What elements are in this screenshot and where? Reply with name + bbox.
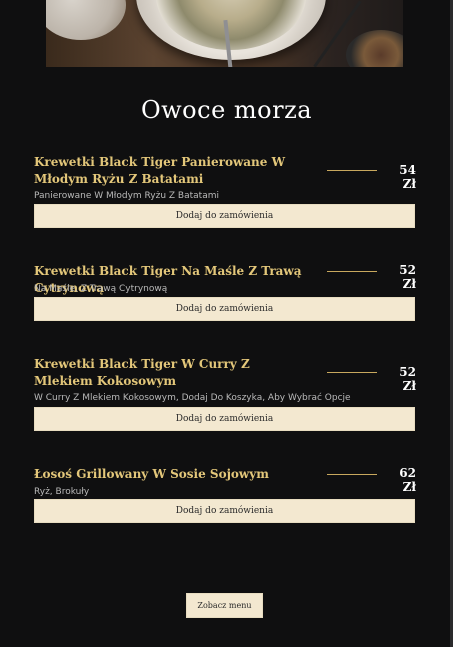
menu-item-name: Łosoś Grillowany W Sosie Sojowym — [34, 467, 269, 481]
menu-item-description: Panierowane W Młodym Ryżu Z Batatami — [34, 191, 219, 201]
napkin-shape — [46, 0, 126, 40]
menu-item-price: 54 Zł — [399, 163, 416, 191]
add-to-order-button[interactable]: Dodaj do zamówienia — [34, 204, 415, 228]
add-to-order-button[interactable]: Dodaj do zamówienia — [34, 297, 415, 321]
menu-item: Krewetki Black Tiger W Curry Z Mlekiem K… — [34, 356, 416, 432]
menu-item-price: 52 Zł — [399, 365, 416, 393]
menu-item: Łosoś Grillowany W Sosie Sojowym 62 Zł R… — [34, 466, 416, 526]
add-to-order-button[interactable]: Dodaj do zamówienia — [34, 407, 415, 431]
add-to-order-button[interactable]: Dodaj do zamówienia — [34, 499, 415, 523]
menu-item: Krewetki Black Tiger Na Maśle Z Trawą Cy… — [34, 263, 416, 323]
menu-item: Krewetki Black Tiger Panierowane W Młody… — [34, 154, 416, 232]
menu-item-description: Na Maśle, Z Trawą Cytrynową — [34, 284, 168, 294]
menu-item-description: Ryż, Brokuły — [34, 487, 90, 497]
menu-item-description: W Curry Z Mlekiem Kokosowym, Dodaj Do Ko… — [34, 393, 351, 403]
menu-item-name: Krewetki Black Tiger W Curry Z Mlekiem K… — [34, 357, 250, 388]
price-divider — [327, 372, 377, 373]
side-dish-shape — [346, 30, 403, 67]
price-divider — [327, 170, 377, 171]
price-divider — [327, 271, 377, 272]
section-title: Owoce morza — [140, 96, 313, 124]
hero-image — [46, 0, 403, 67]
price-divider — [327, 474, 377, 475]
menu-item-name: Krewetki Black Tiger Panierowane W Młody… — [34, 155, 286, 186]
view-menu-button[interactable]: Zobacz menu — [186, 593, 263, 618]
